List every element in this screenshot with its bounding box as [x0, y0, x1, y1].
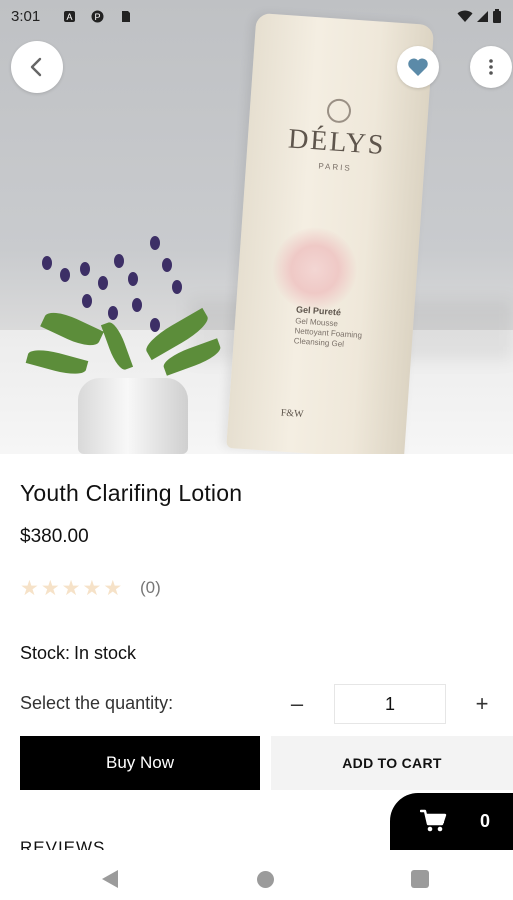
bottle-product-desc: Gel Mousse Nettoyant Foaming Cleansing G… [293, 316, 363, 349]
star-icon: ★ [40, 577, 60, 600]
status-time: 3:01 [11, 8, 41, 25]
star-icon: ★ [20, 577, 39, 600]
favorite-button[interactable] [397, 46, 439, 88]
bud [108, 306, 118, 320]
svg-text:A: A [66, 12, 72, 22]
rating-stars: ★ ★ ★ ★ ★ [20, 576, 122, 601]
bud [172, 280, 182, 294]
stock-value: In stock [74, 643, 137, 663]
nav-back-icon[interactable] [102, 870, 118, 888]
leaf [40, 306, 104, 352]
quantity-decrease-button[interactable]: – [283, 688, 311, 720]
reviews-heading: REVIEWS [20, 838, 106, 850]
shopping-cart-icon [420, 809, 447, 832]
bud [150, 318, 160, 332]
bud [98, 276, 108, 290]
floating-cart-button[interactable]: 0 [390, 793, 513, 850]
more-vertical-icon [489, 59, 493, 75]
status-right-icons [457, 9, 501, 23]
emblem-icon [326, 98, 352, 124]
chevron-left-icon [30, 57, 42, 77]
cart-count: 0 [480, 811, 491, 831]
leaf [100, 319, 134, 373]
bud [60, 268, 70, 282]
star-icon: ★ [103, 577, 123, 600]
leaf [25, 345, 89, 379]
signal-icon [477, 10, 488, 22]
star-icon: ★ [61, 577, 81, 600]
status-bar: 3:01 A P [0, 0, 513, 34]
bud [128, 272, 138, 286]
heart-icon [408, 58, 428, 76]
wifi-icon [457, 10, 473, 22]
quantity-label: Select the quantity: [20, 693, 174, 713]
back-button[interactable] [11, 41, 63, 93]
stock-status: Stock: In stock [20, 643, 136, 664]
bud [82, 294, 92, 308]
nav-home-icon[interactable] [257, 871, 274, 888]
rating-count: (0) [140, 578, 161, 597]
bud [150, 236, 160, 250]
quantity-increase-button[interactable]: + [468, 688, 496, 720]
stock-label: Stock: [20, 643, 71, 663]
buy-now-button[interactable]: Buy Now [20, 736, 260, 790]
nav-recents-icon[interactable] [411, 870, 429, 888]
bottle-product-name: Gel Pureté [295, 304, 342, 318]
bud [80, 262, 90, 276]
battery-icon [493, 9, 501, 23]
bud [42, 256, 52, 270]
a-icon: A [64, 11, 75, 22]
quantity-field[interactable]: 1 [334, 684, 446, 724]
sim-card-icon [122, 11, 130, 22]
bud [114, 254, 124, 268]
system-nav-bar [0, 850, 513, 900]
flower-graphic [270, 224, 360, 315]
product-price: $380.00 [20, 526, 89, 547]
star-icon: ★ [82, 577, 102, 600]
bud [132, 298, 142, 312]
add-to-cart-button[interactable]: ADD TO CART [271, 736, 513, 790]
p-icon: P [91, 10, 104, 23]
more-options-button[interactable] [470, 46, 512, 88]
svg-text:P: P [94, 12, 100, 22]
plant-pot [78, 378, 188, 454]
product-title: Youth Clarifing Lotion [20, 480, 243, 506]
bud [162, 258, 172, 272]
lavender-plant [22, 228, 252, 454]
bottle-maker-mark: F&W [280, 407, 304, 421]
